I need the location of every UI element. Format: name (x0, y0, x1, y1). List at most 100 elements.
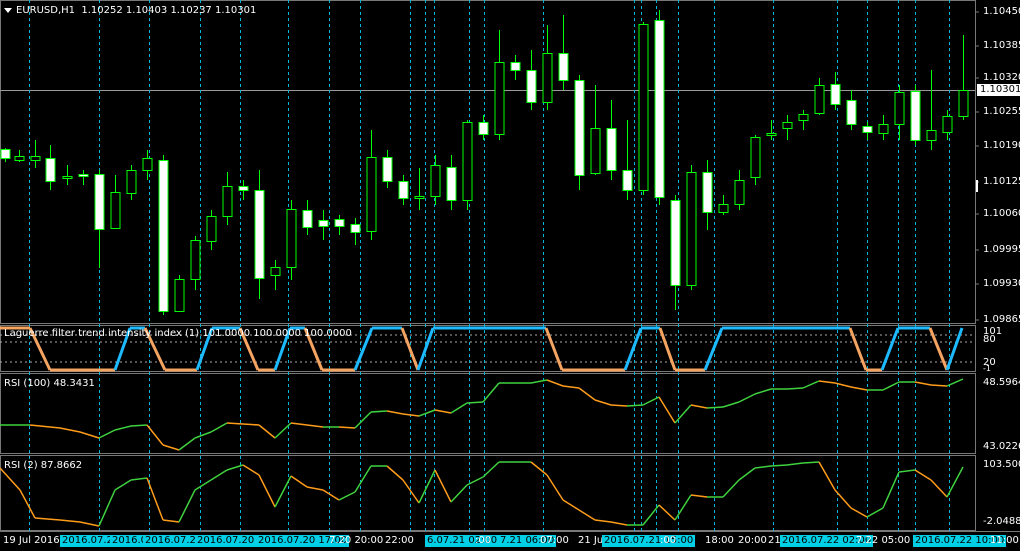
rsi100-line (690, 404, 708, 409)
candle-body-bull (798, 114, 809, 121)
time-axis-label: :00 (660, 535, 677, 546)
candle-body-bull (542, 53, 553, 103)
rsi2-title: RSI (2) 87.8662 (4, 460, 83, 471)
candle-body-bull (494, 62, 505, 135)
rsi100-line (79, 431, 100, 439)
time-axis-label: 18:00 (705, 535, 734, 546)
candle-body-bear (350, 224, 361, 233)
rsi2-line (594, 519, 612, 523)
rsi100-line (530, 379, 548, 384)
rsi100-line (370, 410, 388, 413)
candle-body-bear (45, 158, 56, 182)
rsi2-line (898, 469, 916, 473)
rsi2-line (162, 519, 180, 523)
rsi2-line (578, 509, 596, 521)
price-axis-label: 1.09865 (983, 314, 1020, 325)
candle-body-bull (926, 130, 937, 141)
rsi2-line (738, 467, 756, 481)
candle-body-bear (334, 219, 345, 227)
rsi100-line (178, 437, 196, 451)
candle-body-bear (238, 186, 249, 191)
rsi100-line (338, 426, 356, 429)
rsi2-line (210, 469, 228, 481)
candle-body-bull (414, 196, 425, 199)
main-chart-header: EURUSD,H1 1.10252 1.10403 1.10237 1.1030… (4, 5, 256, 17)
rsi100-line (194, 431, 212, 439)
rsi100-line (722, 401, 740, 408)
scroll-marker (976, 180, 978, 192)
laguerre-line (400, 327, 420, 371)
ohlc-label: 1.10252 1.10403 1.10237 1.10301 (81, 5, 257, 16)
rsi2-line (850, 507, 868, 518)
rsi100-line (786, 387, 804, 390)
rsi100-line (882, 381, 900, 391)
candle-body-bull (686, 172, 697, 286)
rsi100-line (754, 388, 772, 395)
laguerre-line (848, 327, 868, 371)
rsi2-line (866, 507, 884, 518)
candle-body-bear (78, 174, 89, 177)
rsi2-line (130, 477, 148, 481)
laguerre-level-80: 80 (983, 334, 996, 345)
candle-body-bear (158, 160, 169, 312)
laguerre-line (353, 327, 374, 371)
rsi2-line (338, 491, 356, 501)
rsi100-line (59, 427, 81, 433)
candle-body-bull (718, 204, 729, 213)
rsi100-line (290, 422, 308, 426)
chart-menu-icon[interactable] (4, 7, 12, 13)
rsi100-min: 43.0226 (983, 441, 1020, 452)
rsi100-line (610, 404, 628, 407)
rsi100-line (706, 406, 724, 409)
candle-body-bear (622, 170, 633, 191)
laguerre-line (544, 327, 564, 371)
time-axis-label: 2016.07.20 (195, 535, 257, 547)
rsi2-line (658, 504, 676, 521)
rsi2-panel-frame (0, 455, 976, 531)
candle-body-bear (446, 167, 457, 201)
price-axis-label: 1.10450 (983, 6, 1020, 17)
candle-body-bear (862, 126, 873, 133)
rsi100-line (930, 384, 948, 387)
time-axis-label: 2016.07.21 15:00 (602, 535, 696, 547)
candle-body-bull (126, 170, 137, 194)
rsi2-line (354, 465, 372, 493)
candle-body-bull (814, 85, 825, 114)
rsi2-line (786, 462, 804, 466)
rsi100-line (162, 444, 180, 451)
price-axis-label: 1.10190 (983, 140, 1020, 151)
laguerre-line (658, 327, 677, 371)
rsi2-line (79, 521, 100, 527)
candle-body-bull (286, 209, 297, 268)
rsi2-line (450, 484, 468, 503)
rsi2-line (306, 486, 324, 491)
rsi100-line (306, 424, 324, 428)
rsi100-line (274, 422, 292, 439)
time-axis-label: 7.22 05:00 (856, 535, 911, 546)
rsi100-line (850, 386, 868, 391)
time-axis-label: 22:00 (385, 535, 414, 546)
candle-body-bull (766, 133, 777, 136)
rsi100-line (434, 409, 452, 414)
rsi2-line (19, 489, 36, 519)
candle-body-bull (270, 267, 281, 276)
candle-body-bear (654, 20, 665, 198)
rsi100-line (802, 380, 820, 389)
candle-body-bull (638, 24, 649, 191)
candle-body-bear (398, 181, 409, 199)
rsi2-max: 103.5008 (983, 459, 1020, 470)
candle-body-bull (958, 90, 969, 117)
candle-body-bear (0, 149, 11, 159)
laguerre-title: Laguerre filter trend intensity index (1… (4, 328, 352, 339)
laguerre-level-minus1: -1 (983, 364, 991, 373)
rsi2-line (322, 489, 340, 501)
candle-body-bull (190, 240, 201, 280)
candle-body-bull (366, 157, 377, 232)
candle-body-bear (702, 172, 713, 213)
rsi2-line (178, 489, 196, 523)
rsi100-line (482, 382, 500, 403)
chart-canvas[interactable] (0, 0, 1020, 551)
laguerre-line (928, 327, 949, 371)
candle-body-bear (478, 122, 489, 135)
time-axis-label: 7.20 20:00 (329, 535, 384, 546)
